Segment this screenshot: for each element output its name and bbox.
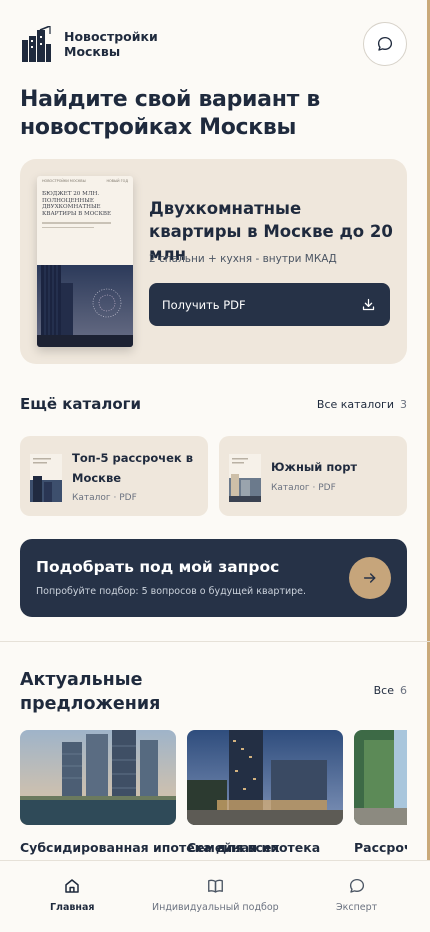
all-catalogs-count: 3 (400, 397, 407, 411)
catalog-card-south-port[interactable]: Южный порт Каталог · PDF (219, 436, 407, 516)
all-catalogs-link[interactable]: Все каталоги 3 (317, 398, 407, 411)
tab-individual-selection-label: Индивидуальный подбор (152, 902, 279, 913)
book-icon (207, 879, 223, 893)
cover-photo (37, 265, 133, 347)
get-pdf-label: Получить PDF (162, 297, 246, 312)
page-title: Найдите свой вариант в новостройках Моск… (20, 87, 321, 140)
offer-title: Субсидированная ипотека для всех (20, 840, 280, 855)
offers-title: Актуальные предложения (20, 670, 161, 714)
catalog-thumbnail (30, 454, 62, 502)
download-icon (362, 298, 375, 311)
match-request-subtitle: Попробуйте подбор: 5 вопросов о будущей … (36, 586, 307, 597)
catalog-title: Южный порт (271, 460, 358, 474)
offer-image (20, 730, 176, 825)
catalog-card-installments[interactable]: Топ-5 рассрочек в Москве Каталог · PDF (20, 436, 208, 516)
chat-bubble-icon (377, 36, 393, 51)
city-logo-icon (22, 26, 51, 62)
offer-card-family-mortgage[interactable]: Семейная ипотека (187, 730, 343, 857)
all-offers-label: Все (373, 684, 394, 697)
tab-home[interactable]: Главная (50, 877, 95, 913)
tab-expert[interactable]: Эксперт (336, 877, 377, 913)
chat-icon (349, 878, 364, 893)
home-icon (65, 879, 79, 893)
offers-carousel[interactable]: Субсидированная ипотека для всех Семейна… (20, 730, 407, 865)
tab-individual-selection[interactable]: Индивидуальный подбор (152, 877, 279, 913)
more-catalogs-header: Ещё каталоги Все каталоги 3 (20, 395, 407, 413)
catalog-cover-image: НОВОСТРОЙКИ МОСКВЫ НОВЫЙ ГОД Бюджет 20 м… (37, 176, 133, 347)
catalog-meta: Каталог · PDF (72, 493, 137, 503)
match-request-banner[interactable]: Подобрать под мой запрос Попробуйте подб… (20, 539, 407, 617)
all-offers-count: 6 (400, 684, 407, 697)
all-catalogs-label: Все каталоги (316, 397, 394, 411)
offer-card-subsidized-mortgage[interactable]: Субсидированная ипотека для всех (20, 730, 280, 857)
offer-image (187, 730, 343, 825)
match-request-arrow-button[interactable] (349, 557, 391, 599)
tab-home-label: Главная (50, 902, 95, 913)
catalog-meta: Каталог · PDF (271, 483, 336, 493)
match-request-title: Подобрать под мой запрос (36, 558, 280, 576)
all-offers-link[interactable]: Все 6 (374, 684, 407, 697)
cover-brand: НОВОСТРОЙКИ МОСКВЫ (42, 179, 86, 183)
brand-logo[interactable]: Новостройки Москвы (20, 26, 164, 62)
catalog-title: Топ-5 рассрочек в Москве (72, 451, 194, 485)
featured-catalog-subtitle: 2 спальни + кухня - внутри МКАД (149, 253, 337, 265)
cover-title: Бюджет 20 млн. Полноценные двухкомнатные… (42, 191, 112, 217)
offer-title: Семейная ипотека (187, 840, 321, 855)
featured-catalog-card[interactable]: НОВОСТРОЙКИ МОСКВЫ НОВЫЙ ГОД Бюджет 20 м… (20, 159, 407, 364)
tab-expert-label: Эксперт (336, 902, 378, 913)
catalog-thumbnail (229, 454, 261, 502)
cover-tag: НОВЫЙ ГОД (106, 179, 128, 183)
header: Новостройки Москвы (20, 22, 407, 66)
arrow-right-icon (363, 573, 376, 583)
bottom-tab-bar: Главная Индивидуальный подбор Эксперт (0, 860, 430, 932)
more-catalogs-title: Ещё каталоги (20, 395, 141, 413)
section-divider (0, 641, 430, 642)
offer-card-installment[interactable]: Рассрочка (354, 730, 407, 857)
offer-image (354, 730, 407, 825)
brand-name: Новостройки Москвы (64, 29, 158, 59)
get-pdf-button[interactable]: Получить PDF (149, 283, 390, 326)
chat-button[interactable] (363, 22, 407, 66)
offer-title: Рассрочка (354, 840, 407, 855)
